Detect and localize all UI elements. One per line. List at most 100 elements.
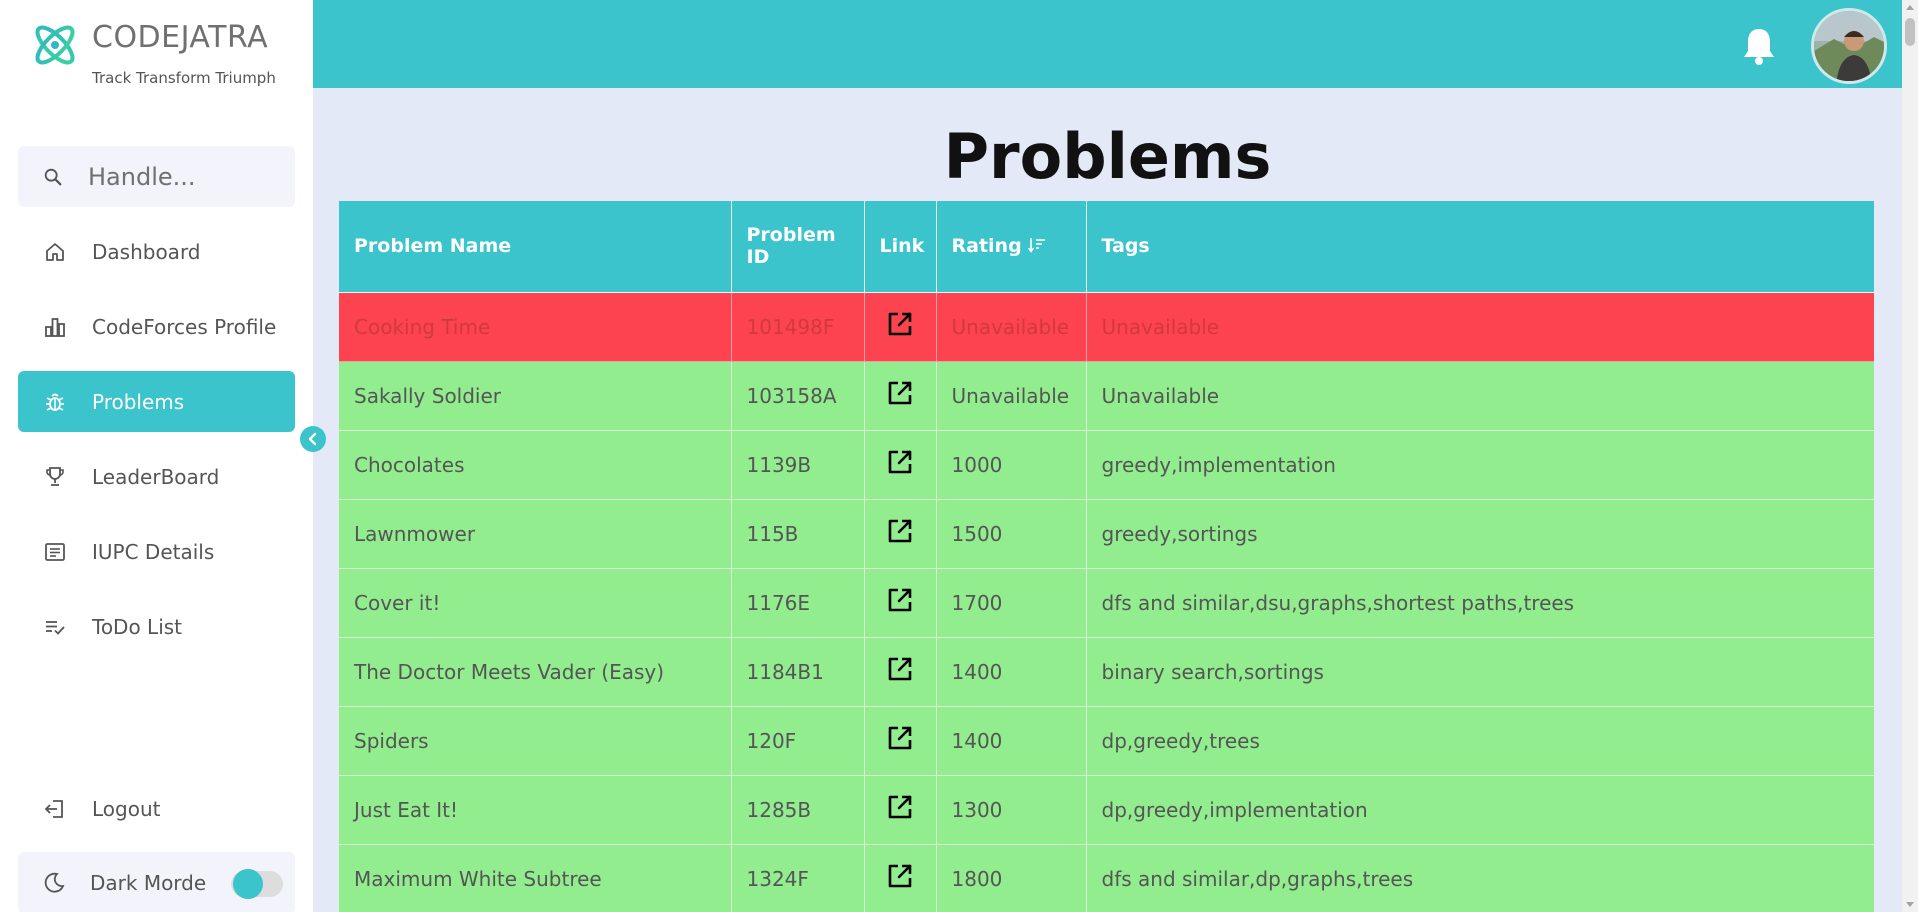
column-header-rating[interactable]: Rating	[936, 201, 1087, 293]
sidebar-item-iupc-details[interactable]: IUPC Details	[18, 521, 295, 582]
rating-cell: 1500	[936, 499, 1087, 569]
tags-cell: Unavailable	[1086, 361, 1874, 431]
link-cell	[864, 292, 937, 362]
external-link-icon[interactable]	[885, 309, 915, 339]
dark-mode-label: Dark Morde	[90, 871, 207, 895]
rating-cell: 1000	[936, 430, 1087, 500]
column-header-link: Link	[864, 201, 937, 293]
tags-cell: binary search,sortings	[1086, 637, 1874, 707]
problem-name-cell: Sakally Soldier	[339, 361, 732, 431]
table-row: The Doctor Meets Vader (Easy) 1184B1 1400 b…	[339, 637, 1874, 707]
sidebar-item-label: Problems	[92, 389, 185, 414]
scroll-thumb[interactable]	[1905, 18, 1915, 46]
link-cell	[864, 706, 937, 776]
rating-cell: 1300	[936, 775, 1087, 845]
link-cell	[864, 568, 937, 638]
sidebar: CODEJATRA Track Transform Triumph Dashbo…	[0, 0, 313, 912]
external-link-icon[interactable]	[885, 447, 915, 477]
brand[interactable]: CODEJATRA Track Transform Triumph	[28, 18, 276, 87]
bell-icon[interactable]	[1740, 26, 1778, 66]
tags-cell: dfs and similar,dsu,graphs,shortest path…	[1086, 568, 1874, 638]
sidebar-item-leaderboard[interactable]: LeaderBoard	[18, 446, 295, 507]
tags-cell: greedy,implementation	[1086, 430, 1874, 500]
link-cell	[864, 430, 937, 500]
link-cell	[864, 637, 937, 707]
table-row: Just Eat It! 1285B 1300 dp,greedy,implement…	[339, 775, 1874, 845]
external-link-icon[interactable]	[885, 723, 915, 753]
table-row: Sakally Soldier 103158A Unavailable Unavail…	[339, 361, 1874, 431]
column-header-problem-name[interactable]: Problem Name	[339, 201, 732, 293]
rating-header-label: Rating	[951, 235, 1022, 258]
table-row: Spiders 120F 1400 dp,greedy,trees	[339, 706, 1874, 776]
problem-id-cell: 1184B1	[731, 637, 865, 707]
column-header-problem-id[interactable]: Problem ID	[731, 201, 865, 293]
problem-id-cell: 115B	[731, 499, 865, 569]
problem-name-cell: Cooking Time	[339, 292, 732, 362]
problems-table-container: Problem Name Problem ID Link Rating Tags…	[339, 201, 1874, 912]
bug-icon	[42, 389, 68, 415]
problem-name-cell: Spiders	[339, 706, 732, 776]
table-header-row: Problem Name Problem ID Link Rating Tags	[339, 201, 1874, 293]
sidebar-item-label: CodeForces Profile	[92, 314, 277, 339]
sidebar-item-label: IUPC Details	[92, 539, 215, 564]
bar-chart-icon	[42, 314, 68, 340]
external-link-icon[interactable]	[885, 654, 915, 684]
table-row: Cooking Time 101498F Unavailable Unavailabl…	[339, 292, 1874, 362]
home-icon	[42, 239, 68, 265]
external-link-icon[interactable]	[885, 861, 915, 891]
link-cell	[864, 499, 937, 569]
rating-cell: Unavailable	[936, 292, 1087, 362]
problem-id-cell: 101498F	[731, 292, 865, 362]
page-title: Problems	[943, 120, 1272, 193]
scroll-down-arrow-icon[interactable]	[1906, 902, 1914, 907]
external-link-icon[interactable]	[885, 516, 915, 546]
external-link-icon[interactable]	[885, 792, 915, 822]
table-row: Maximum White Subtree 1324F 1800 dfs and si…	[339, 844, 1874, 912]
problem-name-cell: Lawnmower	[339, 499, 732, 569]
logout-label: Logout	[92, 796, 161, 821]
external-link-icon[interactable]	[885, 378, 915, 408]
problem-id-cell: 1285B	[731, 775, 865, 845]
tags-cell: dfs and similar,dp,graphs,trees	[1086, 844, 1874, 912]
sidebar-item-label: ToDo List	[92, 614, 183, 639]
problem-name-cell: Chocolates	[339, 430, 732, 500]
atom-logo-icon	[35, 25, 75, 65]
trophy-icon	[42, 464, 68, 490]
sidebar-item-codeforces-profile[interactable]: CodeForces Profile	[18, 296, 295, 357]
link-cell	[864, 844, 937, 912]
page-scrollbar[interactable]	[1902, 0, 1918, 912]
tags-cell: dp,greedy,trees	[1086, 706, 1874, 776]
problem-name-cell: Cover it!	[339, 568, 732, 638]
tags-cell: Unavailable	[1086, 292, 1874, 362]
problem-name-cell: The Doctor Meets Vader (Easy)	[339, 637, 732, 707]
sidebar-item-todo-list[interactable]: ToDo List	[18, 596, 295, 657]
external-link-icon[interactable]	[885, 585, 915, 615]
sidebar-item-label: LeaderBoard	[92, 464, 220, 489]
rating-cell: 1700	[936, 568, 1087, 638]
search-input[interactable]	[88, 162, 278, 191]
problem-id-cell: 1139B	[731, 430, 865, 500]
sort-descending-icon[interactable]	[1027, 237, 1046, 254]
chevron-left-icon	[308, 432, 317, 446]
sidebar-collapse-button[interactable]	[300, 426, 326, 452]
document-icon	[42, 539, 68, 565]
logout-button[interactable]: Logout	[18, 778, 295, 839]
user-avatar[interactable]	[1811, 8, 1887, 84]
sidebar-item-label: Dashboard	[92, 239, 201, 264]
problems-table: Problem Name Problem ID Link Rating Tags…	[339, 201, 1874, 912]
scroll-up-arrow-icon[interactable]	[1906, 5, 1914, 10]
checklist-icon	[42, 614, 68, 640]
rating-cell: 1800	[936, 844, 1087, 912]
table-row: Lawnmower 115B 1500 greedy,sortings	[339, 499, 1874, 569]
logout-icon	[42, 796, 68, 822]
rating-cell: Unavailable	[936, 361, 1087, 431]
top-bar	[313, 0, 1902, 88]
tags-cell: greedy,sortings	[1086, 499, 1874, 569]
tags-cell: dp,greedy,implementation	[1086, 775, 1874, 845]
column-header-tags: Tags	[1086, 201, 1874, 293]
sidebar-item-dashboard[interactable]: Dashboard	[18, 221, 295, 282]
search-icon	[44, 168, 62, 185]
dark-mode-toggle[interactable]	[231, 869, 283, 899]
problem-id-cell: 1324F	[731, 844, 865, 912]
sidebar-item-problems[interactable]: Problems	[18, 371, 295, 432]
